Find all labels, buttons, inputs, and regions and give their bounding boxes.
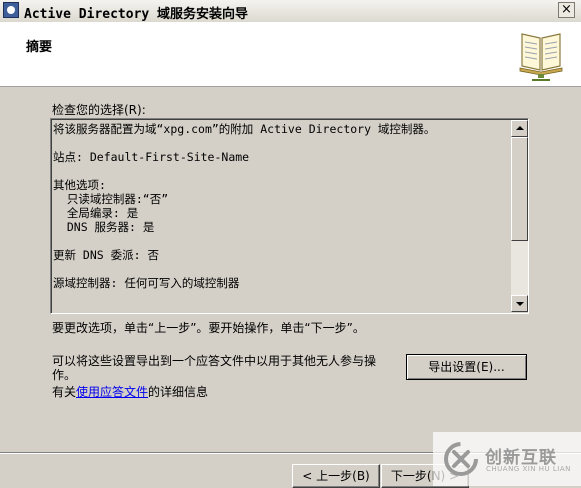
scroll-thumb[interactable] (511, 137, 528, 241)
review-blank-line (53, 164, 507, 178)
review-line: 源域控制器: 任何可写入的域控制器 (53, 276, 240, 290)
vertical-scrollbar[interactable] (511, 120, 528, 312)
review-blank-line (53, 136, 507, 150)
review-line: 将该服务器配置为域“xpg.com”的附加 Active Directory 域… (53, 122, 436, 136)
back-button[interactable]: < 上一步(B) (292, 464, 380, 488)
review-line: 只读域控制器:“否” (53, 192, 169, 206)
review-label: 检查您的选择(R): (52, 103, 146, 117)
page-title: 摘要 (26, 40, 53, 55)
book-icon (519, 33, 563, 81)
details-prefix: 有关 (52, 385, 77, 399)
export-settings-button[interactable]: 导出设置(E)... (406, 354, 527, 380)
arrow-up-icon (516, 126, 524, 130)
wizard-header: 摘要 (0, 22, 581, 87)
watermark: 创新互联 CHUANG XIN HU LIAN (433, 432, 581, 486)
close-button[interactable]: × (558, 2, 575, 18)
instruction-text: 要更改选项，单击“上一步”。要开始操作，单击“下一步”。 (52, 321, 365, 335)
watermark-logo-icon (444, 442, 478, 476)
review-line: 站点: Default-First-Site-Name (53, 150, 250, 164)
app-icon (3, 2, 19, 18)
details-suffix: 的详细信息 (148, 385, 209, 399)
scroll-up-button[interactable] (511, 120, 528, 137)
review-textbox[interactable]: 将该服务器配置为域“xpg.com”的附加 Active Directory 域… (50, 118, 529, 314)
watermark-text-en: CHUANG XIN HU LIAN (486, 465, 571, 473)
review-line: DNS 服务器: 是 (53, 220, 155, 234)
review-line: 其他选项: (53, 178, 106, 192)
arrow-down-icon (516, 302, 524, 306)
answer-file-details: 有关使用应答文件的详细信息 (52, 383, 208, 400)
review-text: 将该服务器配置为域“xpg.com”的附加 Active Directory 域… (53, 122, 507, 290)
export-description: 可以将这些设置导出到一个应答文件中以用于其他无人参与操作。 (52, 354, 377, 382)
review-blank-line (53, 262, 507, 276)
window-title: Active Directory 域服务安装向导 (24, 7, 249, 22)
scroll-down-button[interactable] (511, 295, 528, 312)
review-line: 更新 DNS 委派: 否 (53, 248, 159, 262)
review-blank-line (53, 234, 507, 248)
title-bar: Active Directory 域服务安装向导 × (0, 0, 581, 23)
answer-file-link[interactable]: 使用应答文件 (76, 385, 148, 399)
review-line: 全局编录: 是 (53, 206, 139, 220)
